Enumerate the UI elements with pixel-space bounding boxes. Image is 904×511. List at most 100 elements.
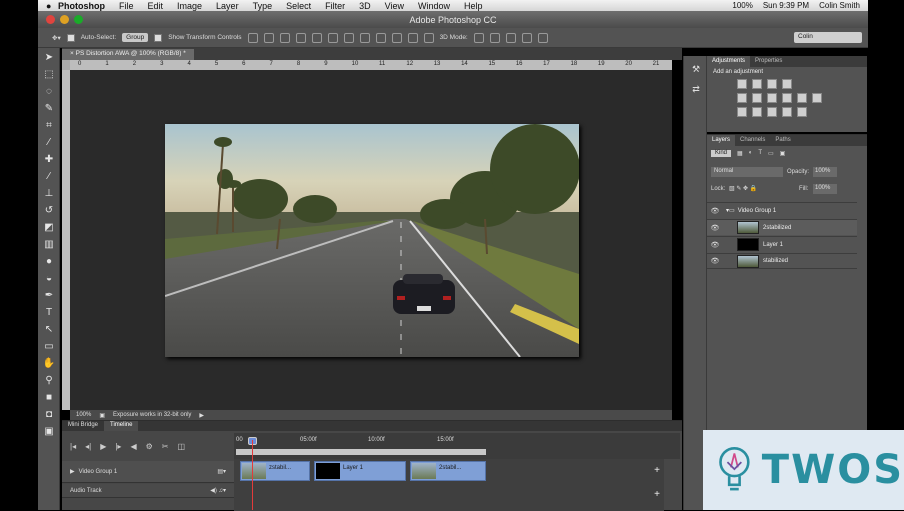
menu-select[interactable]: Select	[286, 1, 311, 11]
crop-tool-icon[interactable]: ⌗	[42, 119, 56, 133]
posterize-icon[interactable]	[752, 107, 762, 117]
vertical-ruler[interactable]	[62, 70, 70, 410]
align-vcenter-icon[interactable]	[263, 32, 274, 43]
quick-select-tool-icon[interactable]: ✎	[42, 102, 56, 116]
hue-saturation-icon[interactable]	[752, 93, 762, 103]
audio-icons[interactable]: ◀) ♫▾	[210, 487, 226, 494]
distribute-left-icon[interactable]	[391, 32, 402, 43]
video-frame-image[interactable]	[165, 124, 579, 357]
marquee-tool-icon[interactable]: ⬚	[42, 68, 56, 82]
battery-indicator[interactable]: 100%	[732, 1, 752, 10]
clip-2stabilized[interactable]: 2stabil...	[410, 461, 486, 481]
3d-rotate-icon[interactable]	[473, 32, 484, 43]
filter-type-icon[interactable]: T	[758, 150, 762, 157]
lasso-tool-icon[interactable]: ◌	[42, 85, 56, 99]
filter-adjust-icon[interactable]: ◐	[749, 150, 753, 157]
move-tool-icon[interactable]: ➤	[42, 51, 56, 65]
menu-filter[interactable]: Filter	[325, 1, 345, 11]
workspace-switcher[interactable]: Colin	[794, 32, 862, 43]
align-left-icon[interactable]	[295, 32, 306, 43]
add-media-icon[interactable]: +	[654, 465, 660, 476]
close-window-button[interactable]	[46, 15, 55, 24]
zoom-window-button[interactable]	[74, 15, 83, 24]
menu-file[interactable]: File	[119, 1, 134, 11]
distribute-vcenter-icon[interactable]	[359, 32, 370, 43]
clone-stamp-tool-icon[interactable]: ⊥	[42, 187, 56, 201]
3d-roll-icon[interactable]	[489, 32, 500, 43]
tab-adjustments[interactable]: Adjustments	[707, 56, 751, 67]
layer-row-stabilized[interactable]: 👁 stabilized	[707, 253, 857, 269]
menu-view[interactable]: View	[385, 1, 404, 11]
menu-type[interactable]: Type	[253, 1, 273, 11]
gradient-map-icon[interactable]	[782, 107, 792, 117]
transform-controls-checkbox[interactable]	[154, 33, 163, 42]
visibility-eye-icon[interactable]: 👁	[707, 224, 723, 232]
dodge-tool-icon[interactable]: ◒	[42, 272, 56, 286]
channel-mixer-icon[interactable]	[812, 93, 822, 103]
filter-pixel-icon[interactable]: ▦	[737, 150, 743, 157]
playback-settings-icon[interactable]: ⚙	[146, 442, 153, 451]
layer-row-video-group[interactable]: 👁 ▾▭ Video Group 1	[707, 202, 857, 218]
align-top-icon[interactable]	[247, 32, 258, 43]
app-menu[interactable]: Photoshop	[58, 1, 105, 11]
distribute-bottom-icon[interactable]	[375, 32, 386, 43]
ruler-origin[interactable]	[62, 60, 70, 70]
gradient-tool-icon[interactable]: ▥	[42, 238, 56, 252]
vibrance-icon[interactable]	[737, 93, 747, 103]
move-tool-preset-icon[interactable]: ✥▾	[52, 34, 61, 42]
tab-timeline[interactable]: Timeline	[104, 421, 139, 431]
curves-icon[interactable]	[767, 79, 777, 89]
3d-drag-icon[interactable]	[505, 32, 516, 43]
tools-panel-toggle-icon[interactable]: ⚒	[689, 64, 703, 76]
film-menu-icon[interactable]: ▤▾	[217, 468, 226, 475]
invert-icon[interactable]	[737, 107, 747, 117]
align-right-icon[interactable]	[327, 32, 338, 43]
auto-select-dropdown[interactable]: Group	[122, 33, 149, 42]
distribute-top-icon[interactable]	[343, 32, 354, 43]
photo-filter-icon[interactable]	[797, 93, 807, 103]
status-icon[interactable]: ▣	[99, 412, 105, 419]
layer-row-2stabilized[interactable]: 👁 2stabilized	[707, 219, 857, 235]
selective-color-icon[interactable]	[797, 107, 807, 117]
previous-frame-icon[interactable]: ◂|	[85, 442, 91, 451]
tab-mini-bridge[interactable]: Mini Bridge	[62, 421, 104, 431]
color-balance-icon[interactable]	[767, 93, 777, 103]
distribute-hcenter-icon[interactable]	[407, 32, 418, 43]
tab-layers[interactable]: Layers	[707, 135, 736, 146]
clock[interactable]: Sun 9:39 PM	[763, 1, 809, 10]
playhead-line[interactable]	[252, 440, 253, 510]
timeline-ruler[interactable]: 00 05:00f 10:00f 15:00f	[234, 433, 680, 459]
auto-select-checkbox[interactable]	[66, 33, 75, 42]
blur-tool-icon[interactable]: ●	[42, 255, 56, 269]
menu-3d[interactable]: 3D	[359, 1, 371, 11]
filter-shape-icon[interactable]: ▭	[768, 150, 774, 157]
transition-icon[interactable]: ◫	[177, 442, 185, 451]
apple-menu-icon[interactable]: ●	[46, 1, 58, 11]
filter-smart-icon[interactable]: ▣	[780, 150, 786, 157]
go-to-first-frame-icon[interactable]: |◂	[70, 442, 76, 451]
history-brush-tool-icon[interactable]: ↺	[42, 204, 56, 218]
black-white-icon[interactable]	[782, 93, 792, 103]
filter-kind-dropdown[interactable]: Kind	[711, 150, 732, 157]
levels-icon[interactable]	[752, 79, 762, 89]
minimize-window-button[interactable]	[60, 15, 69, 24]
quick-mask-icon[interactable]: ◘	[42, 408, 56, 422]
next-frame-icon[interactable]: |▸	[115, 442, 121, 451]
menu-edit[interactable]: Edit	[148, 1, 164, 11]
3d-scale-icon[interactable]	[537, 32, 548, 43]
opacity-field[interactable]: 100%	[813, 167, 837, 177]
brightness-icon[interactable]	[737, 79, 747, 89]
user-name[interactable]: Colin Smith	[819, 1, 860, 10]
healing-tool-icon[interactable]: ✚	[42, 153, 56, 167]
eyedropper-tool-icon[interactable]: ⁄	[42, 136, 56, 150]
shape-tool-icon[interactable]: ▭	[42, 340, 56, 354]
tab-paths[interactable]: Paths	[770, 135, 795, 146]
document-tab[interactable]: × PS Distortion AWA @ 100% (RGB/8) *	[62, 49, 194, 60]
clip-zstabilized[interactable]: zstabil...	[240, 461, 310, 481]
menu-layer[interactable]: Layer	[216, 1, 239, 11]
timeline-track-lane[interactable]: zstabil... Layer 1 2stabil... + +	[234, 459, 664, 511]
tab-properties[interactable]: Properties	[750, 56, 787, 67]
mute-audio-icon[interactable]: ◀	[130, 442, 136, 451]
layer-row-layer-1[interactable]: 👁 Layer 1	[707, 236, 857, 252]
properties-toggle-icon[interactable]: ⇄	[689, 84, 703, 96]
